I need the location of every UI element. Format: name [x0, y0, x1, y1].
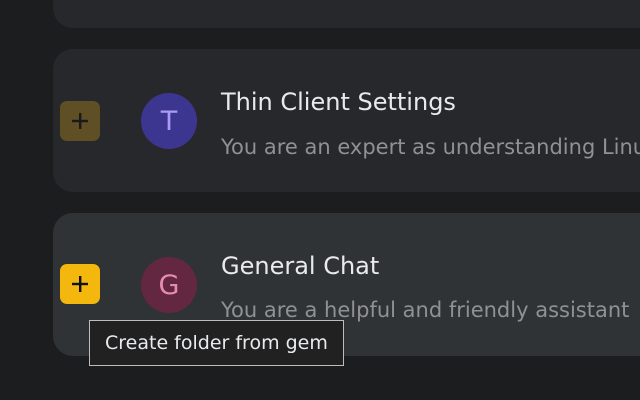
gem-description: You are an expert as understanding Linux…: [221, 135, 640, 159]
gem-title[interactable]: General Chat: [221, 252, 379, 280]
gem-avatar: T: [141, 93, 197, 149]
plus-icon: [72, 113, 88, 129]
tooltip: Create folder from gem: [89, 320, 344, 366]
gem-card-partial[interactable]: [53, 0, 640, 28]
plus-icon: [72, 276, 88, 292]
gem-title[interactable]: Thin Client Settings: [221, 88, 456, 116]
create-folder-button[interactable]: [60, 264, 100, 304]
gem-list: T Thin Client Settings You are an expert…: [0, 0, 640, 400]
gem-avatar: G: [141, 257, 197, 313]
create-folder-button[interactable]: [60, 101, 100, 141]
gem-description: You are a helpful and friendly assistant: [221, 298, 630, 322]
